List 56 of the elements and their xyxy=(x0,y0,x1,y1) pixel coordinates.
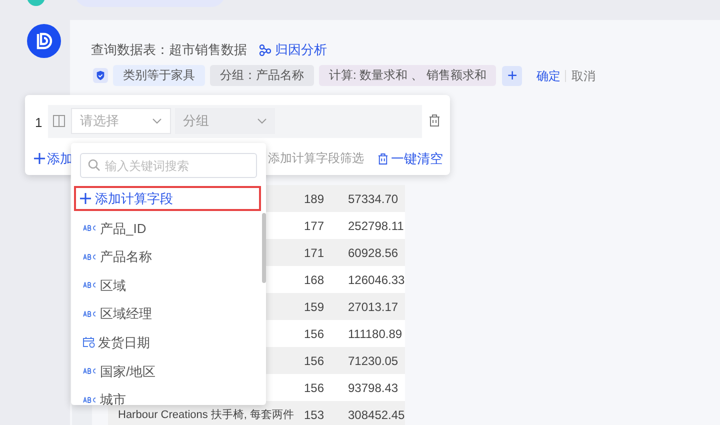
table-cell-text: 171 xyxy=(304,244,326,262)
abc-icon xyxy=(83,282,97,288)
abc-icon xyxy=(83,396,97,403)
shield-icon xyxy=(93,68,108,83)
field-item[interactable]: 区域 xyxy=(100,276,126,296)
field-item[interactable]: 产品名称 xyxy=(100,247,152,267)
plus-icon xyxy=(80,193,91,204)
table-cell-text: 60928.56 xyxy=(348,244,398,262)
table-cell-text: 57334.70 xyxy=(348,190,398,208)
field-item[interactable]: 发货日期 xyxy=(98,332,150,352)
field-item[interactable]: 国家/地区 xyxy=(100,362,156,382)
chevron-down-icon xyxy=(257,118,267,124)
filter-chip[interactable]: 类别等于家具 xyxy=(113,65,205,86)
table-cell-text: 153 xyxy=(304,406,326,424)
nodes-icon xyxy=(259,44,271,56)
table-cell-text: 177 xyxy=(304,218,326,234)
table-cell-text: 189 xyxy=(304,190,326,208)
clear-all-button[interactable]: 一键清空 xyxy=(378,149,443,168)
logo-icon xyxy=(27,24,61,58)
calc-chip[interactable]: 计算: 数量求和 、 销售额求和 xyxy=(319,65,496,86)
add-button[interactable]: + xyxy=(502,66,522,86)
table-cell-text: 159 xyxy=(304,298,326,316)
table-cell-text: 252798.11 xyxy=(348,218,404,234)
calendar-clock-icon xyxy=(83,337,95,348)
table-cell-text: 156 xyxy=(304,326,326,342)
table-cell-text: 168 xyxy=(304,272,326,288)
chevron-down-icon xyxy=(152,118,162,124)
columns-icon xyxy=(53,115,65,127)
table-cell-text: 27013.17 xyxy=(348,298,398,316)
plus-icon xyxy=(34,153,45,164)
trash-icon xyxy=(378,152,388,165)
table-cell-text: 111180.89 xyxy=(348,326,402,342)
table-cell-text: Harbour Creations 扶手椅, 每套两件 xyxy=(118,408,296,422)
table-cell-text: 126046.33 xyxy=(348,272,405,288)
table-cell-text: 71230.05 xyxy=(348,352,398,370)
scrollbar-thumb[interactable] xyxy=(262,213,266,283)
cancel-button[interactable]: 取消 xyxy=(571,66,596,84)
abc-icon xyxy=(83,311,97,318)
field-item[interactable]: 产品_ID xyxy=(100,218,146,238)
search-field[interactable]: 输入关键词搜索 xyxy=(80,153,257,178)
confirm-button[interactable]: 确定 xyxy=(536,66,560,84)
abc-icon xyxy=(83,368,97,374)
table-cell-text: 308452.45 xyxy=(348,406,405,424)
abc-icon xyxy=(83,254,97,260)
trash-icon[interactable] xyxy=(429,114,440,127)
row-number: 1 xyxy=(35,114,42,132)
field-item[interactable]: 区域经理 xyxy=(100,304,152,324)
query-label: 查询数据表：超市销售数据 xyxy=(91,41,247,59)
group-chip[interactable]: 分组：产品名称 xyxy=(210,65,314,86)
table-cell-text: 156 xyxy=(304,352,326,370)
abc-icon xyxy=(83,225,97,232)
search-icon xyxy=(88,159,100,171)
table-cell-text: 156 xyxy=(304,380,326,396)
table-cell-text: 93798.43 xyxy=(348,380,398,396)
add-calc-field-item[interactable]: 添加计算字段 xyxy=(74,186,261,211)
attribution-link[interactable]: 归因分析 xyxy=(259,40,327,60)
